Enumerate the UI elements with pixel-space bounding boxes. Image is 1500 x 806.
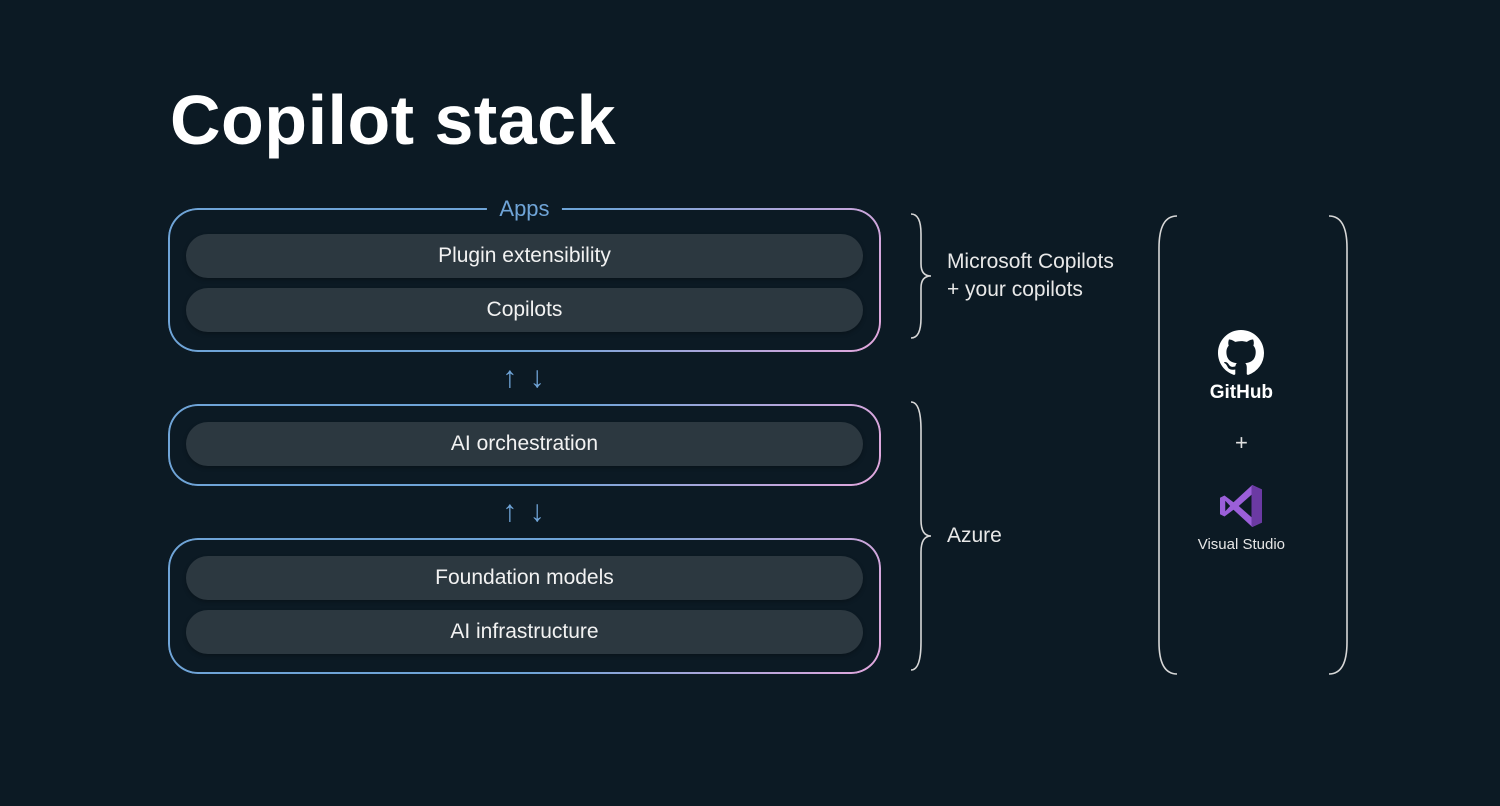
layer-orchestration: AI orchestration [170, 406, 879, 484]
pill-ai-infrastructure: AI infrastructure [186, 610, 863, 654]
tools-column: GitHub + Visual Studio [1153, 210, 1330, 672]
stack-column: Apps Plugin extensibility Copilots ↑ ↓ A… [170, 210, 879, 672]
brace-top-icon [909, 210, 931, 342]
slide-title: Copilot stack [170, 80, 1330, 160]
arrows-1: ↑ ↓ [502, 350, 546, 406]
brace-bottom: Azure [909, 396, 1139, 676]
layer-apps: Apps Plugin extensibility Copilots [170, 210, 879, 350]
pill-copilots: Copilots [186, 288, 863, 332]
arrows-2: ↑ ↓ [502, 484, 546, 540]
tools-bracket-icon [1153, 210, 1353, 680]
layer-apps-label: Apps [487, 196, 561, 222]
annotation-bottom-text: Azure [931, 522, 1002, 550]
diagram-stage: Apps Plugin extensibility Copilots ↑ ↓ A… [170, 210, 1330, 672]
pill-plugin-extensibility: Plugin extensibility [186, 234, 863, 278]
slide-root: Copilot stack Apps Plugin extensibility … [0, 0, 1500, 806]
pill-ai-orchestration: AI orchestration [186, 422, 863, 466]
brace-bottom-icon [909, 396, 931, 676]
annotation-column: Microsoft Copilots + your copilots Azure [909, 210, 1113, 672]
layer-foundation: Foundation models AI infrastructure [170, 540, 879, 672]
brace-top: Microsoft Copilots + your copilots [909, 210, 1139, 342]
annotation-top-text: Microsoft Copilots + your copilots [931, 248, 1114, 305]
pill-foundation-models: Foundation models [186, 556, 863, 600]
